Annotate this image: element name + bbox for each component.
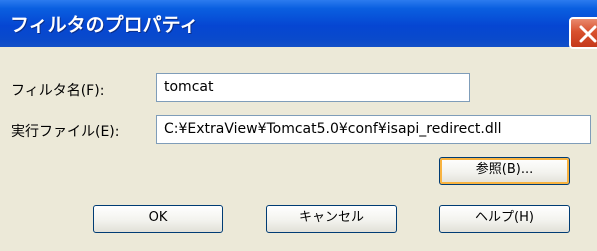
exec-file-label: 実行ファイル(E): (11, 124, 120, 140)
filter-name-input[interactable]: tomcat (156, 73, 470, 102)
ok-button[interactable]: OK (93, 205, 223, 233)
browse-button[interactable]: 参照(B)... (439, 157, 570, 185)
filter-name-label: フィルタ名(F): (11, 83, 105, 99)
dialog-title: フィルタのプロパティ (10, 14, 199, 36)
cancel-button[interactable]: キャンセル (266, 205, 397, 233)
close-button[interactable] (569, 17, 597, 49)
close-icon (579, 25, 597, 43)
title-bar[interactable]: フィルタのプロパティ (0, 0, 597, 49)
help-button[interactable]: ヘルプ(H) (439, 205, 570, 233)
filter-properties-dialog: フィルタのプロパティ フィルタ名(F): tomcat 実行ファイル(E): C… (0, 0, 597, 251)
exec-file-input[interactable]: C:¥ExtraView¥Tomcat5.0¥conf¥isapi_redire… (156, 115, 591, 144)
